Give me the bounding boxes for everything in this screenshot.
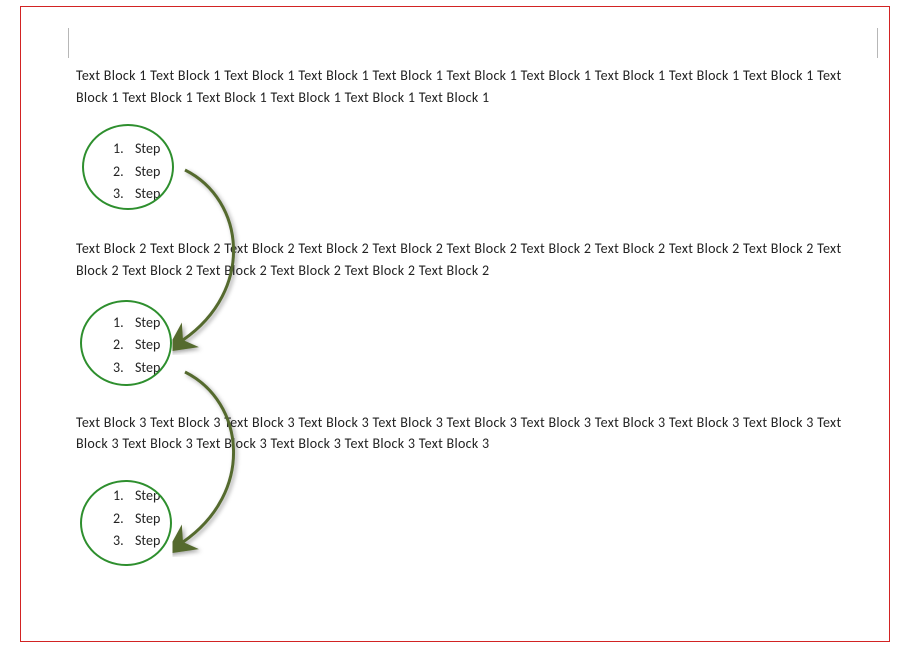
steps-list-3: 1.Step 2.Step 3.Step xyxy=(113,485,160,552)
list-item: 3.Step xyxy=(113,183,160,205)
document-content: Text Block 1 Text Block 1 Text Block 1 T… xyxy=(76,65,860,585)
list-item: 2.Step xyxy=(113,161,160,183)
steps-group-2: 1.Step 2.Step 3.Step xyxy=(76,302,860,382)
list-item: 1.Step xyxy=(113,138,160,160)
margin-marker-right xyxy=(866,28,878,58)
list-item: 2.Step xyxy=(113,334,160,356)
list-item: 2.Step xyxy=(113,508,160,530)
margin-marker-left xyxy=(68,28,80,58)
list-item: 3.Step xyxy=(113,357,160,379)
text-block-2: Text Block 2 Text Block 2 Text Block 2 T… xyxy=(76,238,860,281)
steps-group-1: 1.Step 2.Step 3.Step xyxy=(76,128,860,208)
list-item: 1.Step xyxy=(113,312,160,334)
text-block-3: Text Block 3 Text Block 3 Text Block 3 T… xyxy=(76,412,860,455)
list-item: 3.Step xyxy=(113,530,160,552)
text-block-1: Text Block 1 Text Block 1 Text Block 1 T… xyxy=(76,65,860,108)
steps-list-1: 1.Step 2.Step 3.Step xyxy=(113,138,160,205)
steps-group-3: 1.Step 2.Step 3.Step xyxy=(76,475,860,555)
steps-list-2: 1.Step 2.Step 3.Step xyxy=(113,312,160,379)
list-item: 1.Step xyxy=(113,485,160,507)
